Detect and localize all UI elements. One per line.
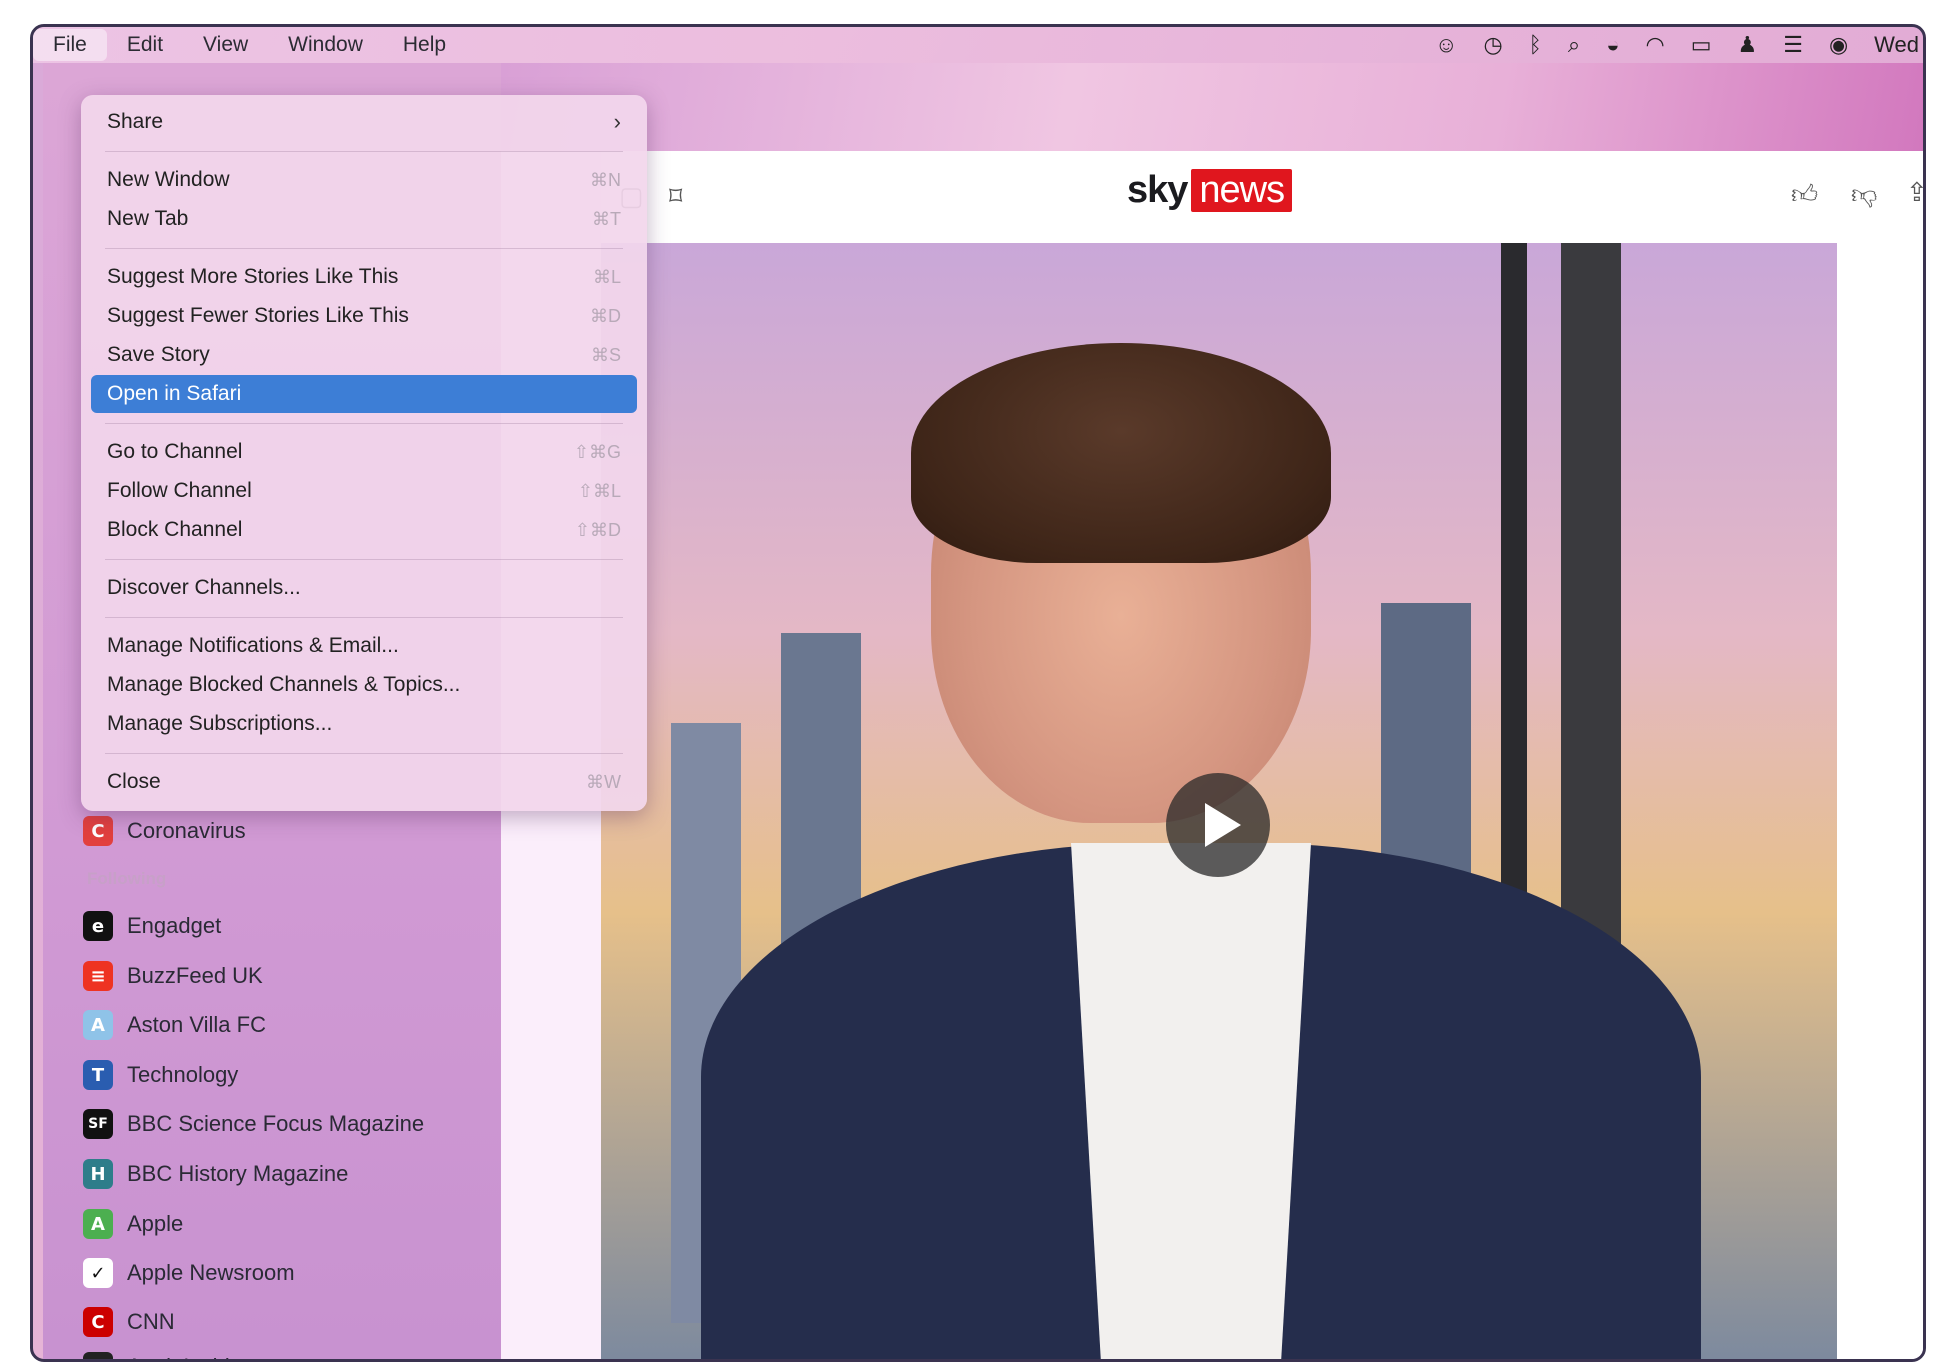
chevron-right-icon: › — [613, 109, 621, 134]
share-icon[interactable]: ⇪ — [1906, 177, 1923, 208]
bluetooth-icon[interactable]: ᛒ — [1529, 32, 1542, 58]
sidebar-item-apple-newsroom[interactable]: ✓ Apple Newsroom — [83, 1253, 295, 1293]
menu-item-follow-channel[interactable]: Follow Channel ⇧⌘L — [91, 472, 637, 510]
sidebar-item-appleinsider[interactable]: a AppleInsider — [83, 1347, 249, 1359]
status-area: ☺ ◷ ᛒ ⌕ ◒ ◠ ▭ ♟ ☰ ◉ Wed — [1435, 27, 1923, 63]
menu-file[interactable]: File — [33, 29, 107, 61]
menu-item-suggest-fewer[interactable]: Suggest Fewer Stories Like This ⌘D — [91, 297, 637, 335]
menu-divider — [105, 151, 623, 152]
menu-item-manage-subscriptions[interactable]: Manage Subscriptions... — [91, 705, 637, 743]
menu-item-share[interactable]: Share › — [91, 103, 637, 141]
sidebar-item-coronavirus[interactable]: C Coronavirus — [83, 811, 246, 851]
menu-item-close[interactable]: Close ⌘W — [91, 763, 637, 801]
sidebar-item-label: Apple Newsroom — [127, 1260, 295, 1285]
sidebar-item-bbc-history[interactable]: H BBC History Magazine — [83, 1154, 348, 1194]
sidebar-item-label: Engadget — [127, 913, 222, 938]
menu-item-manage-blocked[interactable]: Manage Blocked Channels & Topics... — [91, 666, 637, 704]
app-window: File Edit View Window Help ☺ ◷ ᛒ ⌕ ◒ ◠ ▭… — [30, 24, 1926, 1362]
menu-item-new-window[interactable]: New Window ⌘N — [91, 161, 637, 199]
sidebar-item-engadget[interactable]: e Engadget — [83, 906, 221, 946]
user-icon[interactable]: ☺ — [1435, 32, 1457, 58]
menu-item-go-to-channel[interactable]: Go to Channel ⇧⌘G — [91, 433, 637, 471]
menu-edit[interactable]: Edit — [107, 29, 183, 61]
menu-divider — [105, 753, 623, 754]
profile-icon[interactable]: ♟ — [1737, 32, 1757, 58]
following-header: Following — [87, 869, 167, 888]
play-button[interactable] — [1166, 773, 1270, 877]
sidebar-item-apple[interactable]: A Apple — [83, 1204, 183, 1244]
file-menu: Share › New Window ⌘N New Tab ⌘T Suggest… — [81, 95, 647, 811]
article-margin — [1837, 243, 1923, 1359]
sidebar-item-label: BBC History Magazine — [127, 1161, 349, 1186]
article-toolbar: ▢ ⌑ sky news 👍︎ 👎︎ ⇪ — [601, 151, 1923, 243]
sidebar-item-cnn[interactable]: C CNN — [83, 1302, 175, 1342]
studio-pillar — [1561, 243, 1621, 963]
sidebar-item-label: Apple — [127, 1211, 184, 1236]
menu-window[interactable]: Window — [268, 29, 383, 61]
sidebar-item-aston-villa[interactable]: A Aston Villa FC — [83, 1005, 266, 1045]
thumbs-down-icon[interactable]: 👎︎ — [1851, 179, 1877, 210]
presenter-hair — [911, 343, 1331, 563]
menu-item-suggest-more[interactable]: Suggest More Stories Like This ⌘L — [91, 258, 637, 296]
sky-news-logo: sky news — [1127, 169, 1293, 212]
wallpaper — [501, 63, 1923, 151]
menu-help[interactable]: Help — [383, 29, 466, 61]
sidebar-item-label: BBC Science Focus Magazine — [127, 1111, 425, 1136]
menu-divider — [105, 248, 623, 249]
cnn-icon: C — [83, 1307, 113, 1337]
science-focus-icon: SF — [83, 1109, 113, 1139]
sidebar-item-label: Technology — [127, 1062, 239, 1087]
menu-item-new-tab[interactable]: New Tab ⌘T — [91, 200, 637, 238]
vpn-icon[interactable]: ◒ — [1606, 32, 1619, 58]
coronavirus-icon: C — [83, 816, 113, 846]
thumbs-up-icon[interactable]: 👍︎ — [1791, 179, 1818, 210]
siri-icon[interactable]: ◉ — [1829, 32, 1848, 58]
menu-divider — [105, 617, 623, 618]
play-icon — [1205, 803, 1241, 847]
studio-pillar — [1501, 243, 1527, 963]
menu-item-open-in-safari[interactable]: Open in Safari — [91, 375, 637, 413]
sidebar-item-bbc-science-focus[interactable]: SF BBC Science Focus Magazine — [83, 1104, 424, 1144]
apple-newsroom-icon: ✓ — [83, 1258, 113, 1288]
menu-divider — [105, 559, 623, 560]
clock[interactable]: Wed — [1874, 32, 1919, 58]
search-icon[interactable]: ⌕ — [1568, 32, 1580, 58]
time-machine-icon[interactable]: ◷ — [1483, 32, 1502, 58]
battery-icon[interactable]: ▭ — [1691, 32, 1712, 58]
engadget-icon: e — [83, 911, 113, 941]
history-magazine-icon: H — [83, 1159, 113, 1189]
apple-channel-icon: A — [83, 1209, 113, 1239]
menu-view[interactable]: View — [183, 29, 268, 61]
sidebar-item-label: CNN — [127, 1309, 175, 1334]
sidebar-item-label: BuzzFeed UK — [127, 963, 263, 988]
sidebar-item-label: Aston Villa FC — [127, 1012, 266, 1037]
logo-news-text: news — [1191, 169, 1293, 212]
menu-item-manage-notifications[interactable]: Manage Notifications & Email... — [91, 627, 637, 665]
sidebar-item-technology[interactable]: T Technology — [83, 1055, 238, 1095]
article-view: ▢ ⌑ sky news 👍︎ 👎︎ ⇪ — [501, 63, 1923, 1359]
buzzfeed-icon: ≡ — [83, 961, 113, 991]
menu-item-discover-channels[interactable]: Discover Channels... — [91, 569, 637, 607]
menu-item-save-story[interactable]: Save Story ⌘S — [91, 336, 637, 374]
wifi-icon[interactable]: ◠ — [1645, 32, 1664, 58]
logo-sky-text: sky — [1127, 169, 1188, 211]
aston-villa-icon: A — [83, 1010, 113, 1040]
video-player[interactable] — [601, 243, 1837, 1359]
menu-item-block-channel[interactable]: Block Channel ⇧⌘D — [91, 511, 637, 549]
sidebar-item-label: Coronavirus — [127, 818, 246, 843]
bookmark-icon[interactable]: ⌑ — [669, 181, 682, 212]
menu-bar: File Edit View Window Help ☺ ◷ ᛒ ⌕ ◒ ◠ ▭… — [33, 27, 1923, 63]
sidebar-item-buzzfeed[interactable]: ≡ BuzzFeed UK — [83, 956, 263, 996]
control-center-icon[interactable]: ☰ — [1783, 32, 1803, 58]
technology-icon: T — [83, 1060, 113, 1090]
menu-divider — [105, 423, 623, 424]
